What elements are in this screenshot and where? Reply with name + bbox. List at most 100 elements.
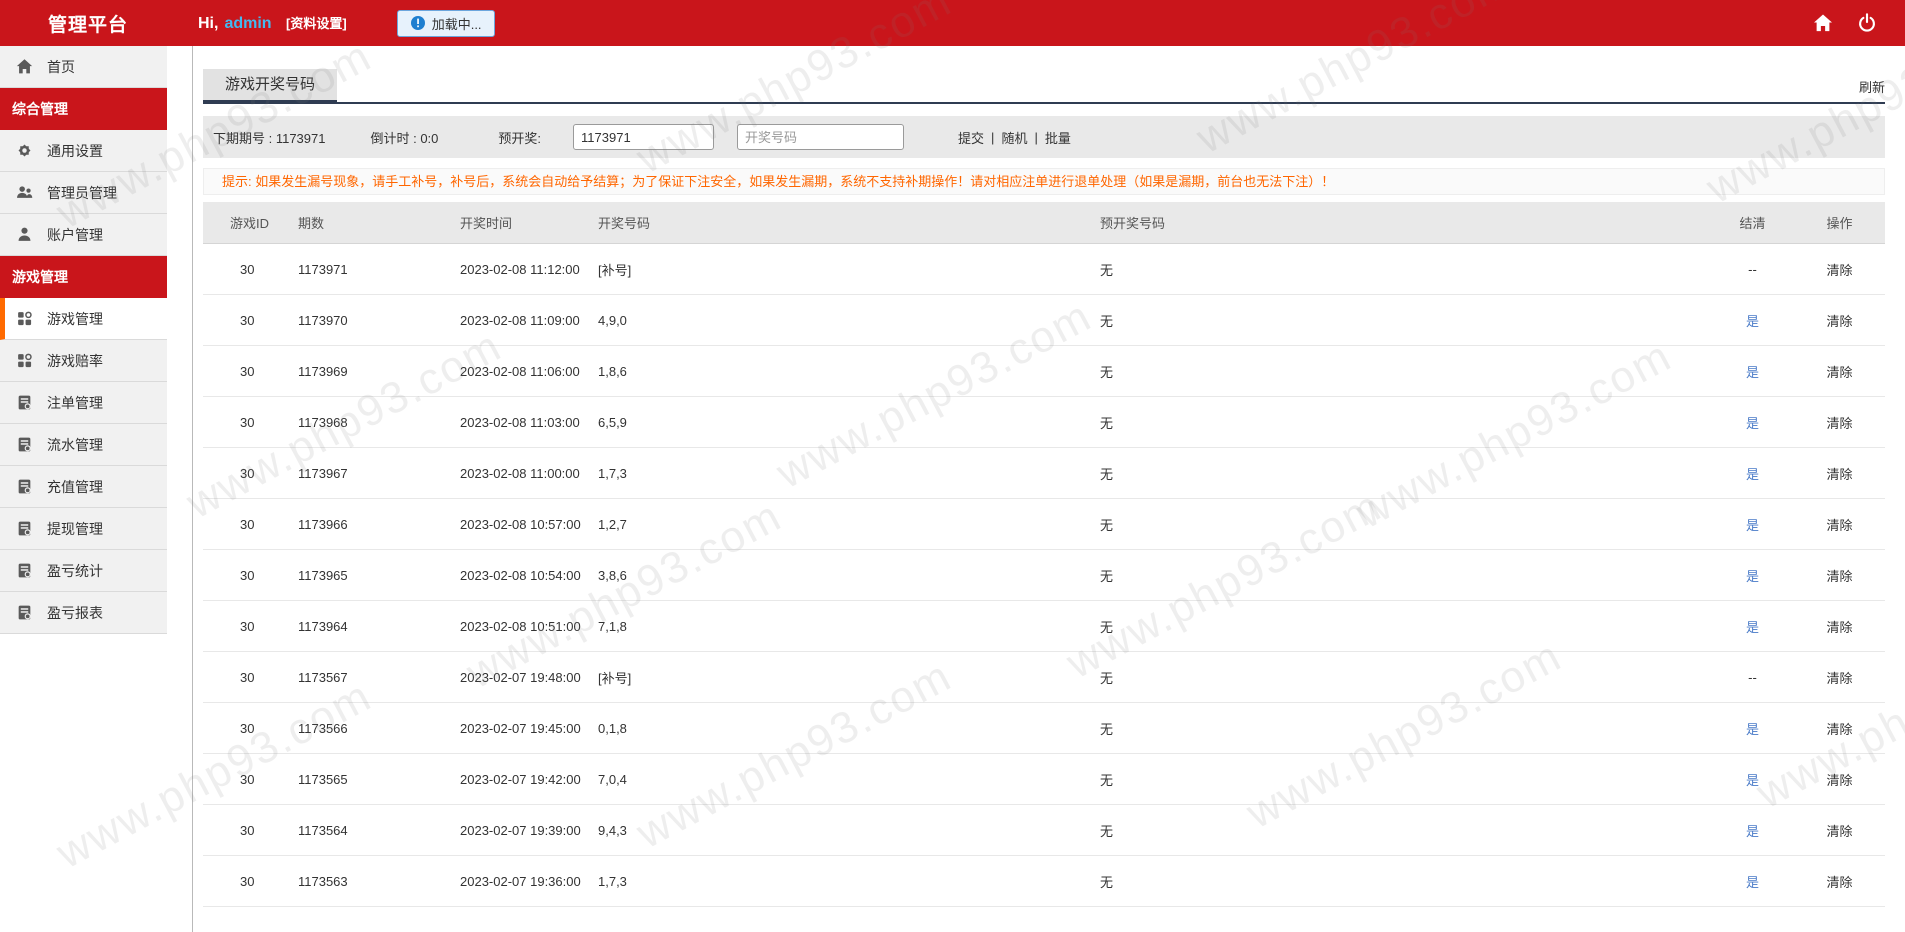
- power-icon[interactable]: [1857, 13, 1877, 33]
- sidebar-item-turnover-management[interactable]: 流水管理: [0, 424, 167, 466]
- sidebar-item-label: 账户管理: [47, 226, 103, 243]
- settled-link[interactable]: 是: [1746, 620, 1759, 635]
- sidebar-item-profit-loss-stats[interactable]: 盈亏统计: [0, 550, 167, 592]
- settled-link[interactable]: 是: [1746, 416, 1759, 431]
- clear-link[interactable]: 清除: [1826, 263, 1852, 278]
- draw-time-cell: 2023-02-08 10:57:00: [460, 516, 581, 532]
- settled-cell: 是: [1711, 770, 1794, 789]
- clear-link[interactable]: 清除: [1826, 569, 1852, 584]
- draw-time-cell: 2023-02-08 10:51:00: [460, 618, 581, 634]
- makeup-number-link[interactable]: [补号]: [598, 671, 631, 686]
- settled-link[interactable]: 是: [1746, 824, 1759, 839]
- sidebar-item-label: 流水管理: [47, 436, 103, 453]
- settled-link[interactable]: 是: [1746, 875, 1759, 890]
- table-row: 30 1173565 2023-02-07 19:42:00 7,0,4 无 是 清除: [203, 754, 1885, 805]
- draw-time-cell: 2023-02-08 11:09:00: [460, 312, 580, 328]
- settled-link[interactable]: 是: [1746, 569, 1759, 584]
- draw-numbers-cell: 7,1,8: [598, 618, 627, 634]
- settled-link[interactable]: 是: [1746, 722, 1759, 737]
- game-id-cell: 30: [240, 669, 255, 685]
- col-header-draw-numbers: 开奖号码: [598, 216, 651, 231]
- settled-cell: 是: [1711, 311, 1794, 330]
- submit-link[interactable]: 提交: [958, 128, 984, 147]
- refresh-link[interactable]: 刷新: [1859, 77, 1885, 96]
- settled-link[interactable]: 是: [1746, 467, 1759, 482]
- table-row: 30 1173967 2023-02-08 11:00:00 1,7,3 无 是 清除: [203, 448, 1885, 499]
- draw-time-cell: 2023-02-07 19:39:00: [460, 822, 581, 838]
- game-id-cell: 30: [240, 873, 255, 889]
- clear-link[interactable]: 清除: [1826, 722, 1852, 737]
- issue-cell: 1173566: [298, 720, 348, 736]
- clear-link[interactable]: 清除: [1826, 416, 1852, 431]
- makeup-number-link[interactable]: [补号]: [598, 263, 631, 278]
- sidebar-item-profit-loss-report[interactable]: 盈亏报表: [0, 592, 167, 634]
- table-row: 30 1173968 2023-02-08 11:03:00 6,5,9 无 是 清除: [203, 397, 1885, 448]
- action-cell: 清除: [1794, 617, 1885, 636]
- sidebar-item-label: 充值管理: [47, 478, 103, 495]
- settled-link[interactable]: 是: [1746, 518, 1759, 533]
- clear-link[interactable]: 清除: [1826, 314, 1852, 329]
- draw-time-cell: 2023-02-07 19:48:00: [460, 669, 581, 685]
- info-icon: [410, 15, 426, 31]
- action-cell: 清除: [1794, 464, 1885, 483]
- action-cell: 清除: [1794, 872, 1885, 891]
- action-cell: 清除: [1794, 413, 1885, 432]
- clear-link[interactable]: 清除: [1826, 365, 1852, 380]
- gear-icon: [16, 142, 33, 159]
- random-link[interactable]: 随机: [1001, 128, 1027, 147]
- sidebar-item-label: 盈亏报表: [47, 604, 103, 621]
- settled-cell: 是: [1711, 413, 1794, 432]
- clear-link[interactable]: 清除: [1826, 875, 1852, 890]
- table-row: 30 1173566 2023-02-07 19:45:00 0,1,8 无 是 清除: [203, 703, 1885, 754]
- countdown-label: 倒计时 : 0:0: [370, 130, 439, 146]
- clear-link[interactable]: 清除: [1826, 824, 1852, 839]
- sidebar-item-account-management[interactable]: 账户管理: [0, 214, 167, 256]
- clear-link[interactable]: 清除: [1826, 620, 1852, 635]
- doc-icon: [16, 478, 33, 495]
- clear-link[interactable]: 清除: [1826, 671, 1852, 686]
- action-cell: 清除: [1794, 515, 1885, 534]
- sidebar-section-label: 游戏管理: [12, 268, 68, 285]
- issue-cell: 1173971: [298, 261, 348, 277]
- sidebar-item-label: 首页: [47, 58, 75, 75]
- table-row: 30 1173964 2023-02-08 10:51:00 7,1,8 无 是 清除: [203, 601, 1885, 652]
- clear-link[interactable]: 清除: [1826, 518, 1852, 533]
- sidebar-item-recharge-management[interactable]: 充值管理: [0, 466, 167, 508]
- toolbar-actions: 提交 | 随机 | 批量: [958, 128, 1071, 147]
- settled-link[interactable]: 是: [1746, 314, 1759, 329]
- batch-link[interactable]: 批量: [1045, 128, 1071, 147]
- game-id-cell: 30: [240, 618, 255, 634]
- sidebar-item-admin-management[interactable]: 管理员管理: [0, 172, 167, 214]
- doc-icon: [16, 562, 33, 579]
- sidebar-item-label: 提现管理: [47, 520, 103, 537]
- draw-time-cell: 2023-02-07 19:45:00: [460, 720, 581, 736]
- table-row: 30 1173564 2023-02-07 19:39:00 9,4,3 无 是 清除: [203, 805, 1885, 856]
- draw-time-cell: 2023-02-08 11:06:00: [460, 363, 580, 379]
- sidebar-item-bet-order-management[interactable]: 注单管理: [0, 382, 167, 424]
- home-icon[interactable]: [1813, 13, 1833, 33]
- clear-link[interactable]: 清除: [1826, 467, 1852, 482]
- clear-link[interactable]: 清除: [1826, 773, 1852, 788]
- sidebar-item-game-management[interactable]: 游戏管理: [0, 298, 167, 340]
- draw-number-input[interactable]: [737, 124, 905, 150]
- sidebar-item-home[interactable]: 首页: [0, 46, 167, 88]
- issue-cell: 1173966: [298, 516, 348, 532]
- action-cell: 清除: [1794, 821, 1885, 840]
- tab-game-draw-numbers[interactable]: 游戏开奖号码: [203, 69, 338, 103]
- app-title: 管理平台: [48, 14, 129, 36]
- game-id-cell: 30: [240, 516, 255, 532]
- settled-link[interactable]: 是: [1746, 365, 1759, 380]
- settled-cell: 是: [1711, 362, 1794, 381]
- sidebar-item-withdraw-management[interactable]: 提现管理: [0, 508, 167, 550]
- pre-draw-numbers-cell: 无: [1100, 313, 1114, 329]
- profile-settings-link[interactable]: [资料设置]: [286, 16, 347, 31]
- draw-numbers-cell: 7,0,4: [598, 771, 627, 787]
- loading-button[interactable]: 加载中...: [396, 9, 495, 37]
- pre-draw-numbers-cell: 无: [1100, 466, 1114, 482]
- sidebar-item-game-odds[interactable]: 游戏赔率: [0, 340, 167, 382]
- sidebar-item-general-settings[interactable]: 通用设置: [0, 130, 167, 172]
- settled-link[interactable]: 是: [1746, 773, 1759, 788]
- sidebar-item-label: 游戏管理: [47, 310, 103, 327]
- pre-draw-input[interactable]: [573, 124, 715, 150]
- pre-draw-numbers-cell: 无: [1100, 364, 1114, 380]
